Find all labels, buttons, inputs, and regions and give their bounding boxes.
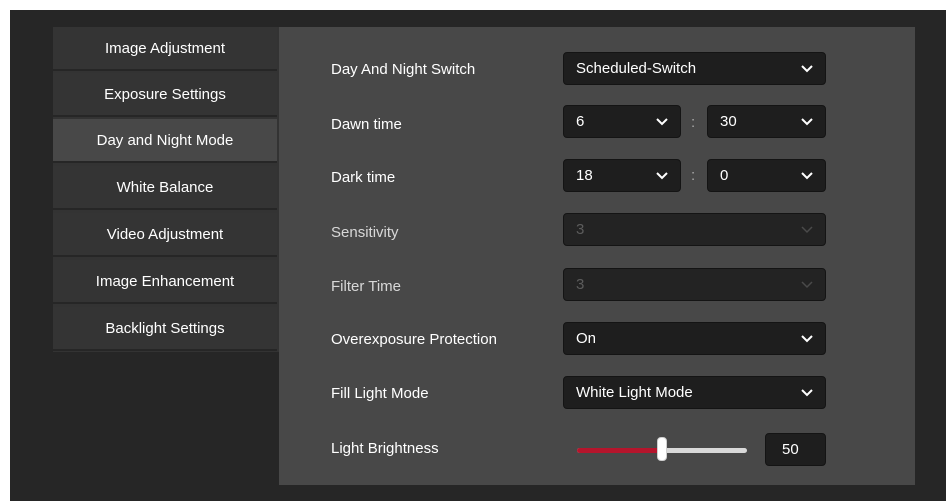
sidebar-item-exposure-settings[interactable]: Exposure Settings	[53, 73, 277, 117]
sidebar-item-video-adjustment[interactable]: Video Adjustment	[53, 213, 277, 257]
chevron-down-icon	[801, 64, 813, 73]
sensitivity-value: 3	[576, 221, 585, 238]
chevron-down-icon	[656, 171, 668, 180]
chevron-down-icon	[656, 117, 668, 126]
sidebar-item-backlight-settings[interactable]: Backlight Settings	[53, 307, 277, 351]
chevron-down-icon	[801, 117, 813, 126]
dark-hour-select[interactable]: 18	[563, 159, 681, 192]
day-night-switch-value: Scheduled-Switch	[576, 60, 697, 77]
brightness-value-input[interactable]: 50	[765, 433, 826, 466]
chevron-down-icon	[801, 171, 813, 180]
brightness-slider-handle[interactable]	[657, 437, 667, 461]
chevron-down-icon	[801, 334, 813, 343]
dark-minute-value: 0	[720, 167, 729, 184]
fill-light-mode-label: Fill Light Mode	[331, 385, 429, 402]
chevron-down-icon	[801, 388, 813, 397]
dawn-minute-value: 30	[720, 113, 737, 130]
filter-time-label: Filter Time	[331, 278, 402, 295]
sensitivity-label: Sensitivity	[331, 224, 399, 241]
dawn-hour-select[interactable]: 6	[563, 105, 681, 138]
dawn-minute-select[interactable]: 30	[707, 105, 826, 138]
sidebar-item-day-and-night-mode[interactable]: Day and Night Mode	[53, 119, 277, 163]
dawn-hour-value: 6	[576, 113, 585, 130]
fill-light-mode-value: White Light Mode	[576, 384, 693, 401]
sidebar-item-white-balance[interactable]: White Balance	[53, 166, 277, 210]
settings-panel	[279, 27, 915, 485]
overexposure-protection-select[interactable]: On	[563, 322, 826, 355]
dawn-time-label: Dawn time	[331, 116, 402, 133]
sensitivity-select: 3	[563, 213, 826, 246]
light-brightness-label: Light Brightness	[331, 440, 439, 457]
dark-time-label: Dark time	[331, 169, 396, 186]
brightness-slider-fill	[577, 448, 662, 453]
dawn-time-separator: :	[691, 114, 696, 131]
day-night-switch-label: Day And Night Switch	[331, 61, 476, 78]
sidebar-item-image-enhancement[interactable]: Image Enhancement	[53, 260, 277, 304]
overexposure-protection-value: On	[576, 330, 597, 347]
dark-minute-select[interactable]: 0	[707, 159, 826, 192]
sidebar-item-image-adjustment[interactable]: Image Adjustment	[53, 27, 277, 71]
fill-light-mode-select[interactable]: White Light Mode	[563, 376, 826, 409]
chevron-down-icon	[801, 225, 813, 234]
filter-time-value: 3	[576, 276, 585, 293]
dark-time-separator: :	[691, 167, 696, 184]
chevron-down-icon	[801, 280, 813, 289]
filter-time-select: 3	[563, 268, 826, 301]
overexposure-protection-label: Overexposure Protection	[331, 331, 497, 348]
day-night-switch-select[interactable]: Scheduled-Switch	[563, 52, 826, 85]
dark-hour-value: 18	[576, 167, 593, 184]
settings-sidebar: Image Adjustment Exposure Settings Day a…	[53, 27, 279, 352]
